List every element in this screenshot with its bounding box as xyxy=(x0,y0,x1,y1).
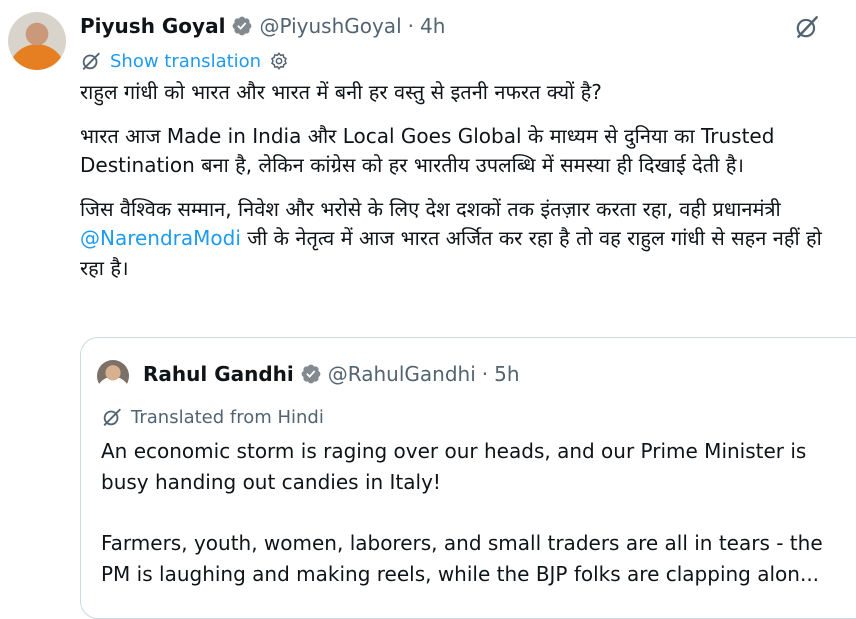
quoted-paragraph: Farmers, youth, women, laborers, and sma… xyxy=(101,531,823,586)
translation-row: Show translation xyxy=(80,50,289,72)
quoted-tweet-header: Rahul Gandhi @RahulGandhi · 5h xyxy=(143,362,520,386)
translated-notice: Translated from Hindi xyxy=(101,406,324,428)
tweet-body: राहुल गांधी को भारत और भारत में बनी हर व… xyxy=(80,78,840,297)
translate-icon xyxy=(82,52,100,70)
verified-badge-icon xyxy=(301,364,321,384)
quoted-author-handle[interactable]: @RahulGandhi xyxy=(328,362,476,386)
quoted-paragraph: An economic storm is raging over our hea… xyxy=(101,439,807,494)
author-name[interactable]: Piyush Goyal xyxy=(80,14,225,38)
quoted-tweet-card[interactable]: Rahul Gandhi @RahulGandhi · 5h Translate… xyxy=(80,337,856,619)
quoted-author-name[interactable]: Rahul Gandhi xyxy=(143,362,294,386)
tweet-header: Piyush Goyal @PiyushGoyal · 4h xyxy=(80,12,445,40)
tweet-paragraph: जिस वैश्विक सम्मान, निवेश और भरोसे के लि… xyxy=(80,195,840,284)
tweet-paragraph: राहुल गांधी को भारत और भारत में बनी हर व… xyxy=(80,80,602,104)
translate-icon xyxy=(103,408,121,426)
tweet-text-segment: जिस वैश्विक सम्मान, निवेश और भरोसे के लि… xyxy=(80,196,781,221)
tweet-time[interactable]: 4h xyxy=(420,14,445,38)
quoted-tweet-time[interactable]: 5h xyxy=(494,362,519,386)
show-translation-link[interactable]: Show translation xyxy=(110,51,261,72)
quoted-author-avatar[interactable] xyxy=(97,360,129,392)
gear-icon[interactable] xyxy=(269,51,289,71)
separator-dot: · xyxy=(481,362,489,386)
separator-dot: · xyxy=(407,14,414,38)
verified-badge-icon xyxy=(233,16,252,36)
grok-icon[interactable] xyxy=(794,14,820,40)
tweet-paragraph: भारत आज Made in India और Local Goes Glob… xyxy=(80,123,775,178)
author-avatar[interactable] xyxy=(8,12,66,70)
translated-label: Translated from Hindi xyxy=(131,406,324,428)
mention-link[interactable]: @NarendraModi xyxy=(80,226,241,250)
author-handle[interactable]: @PiyushGoyal xyxy=(259,14,401,38)
